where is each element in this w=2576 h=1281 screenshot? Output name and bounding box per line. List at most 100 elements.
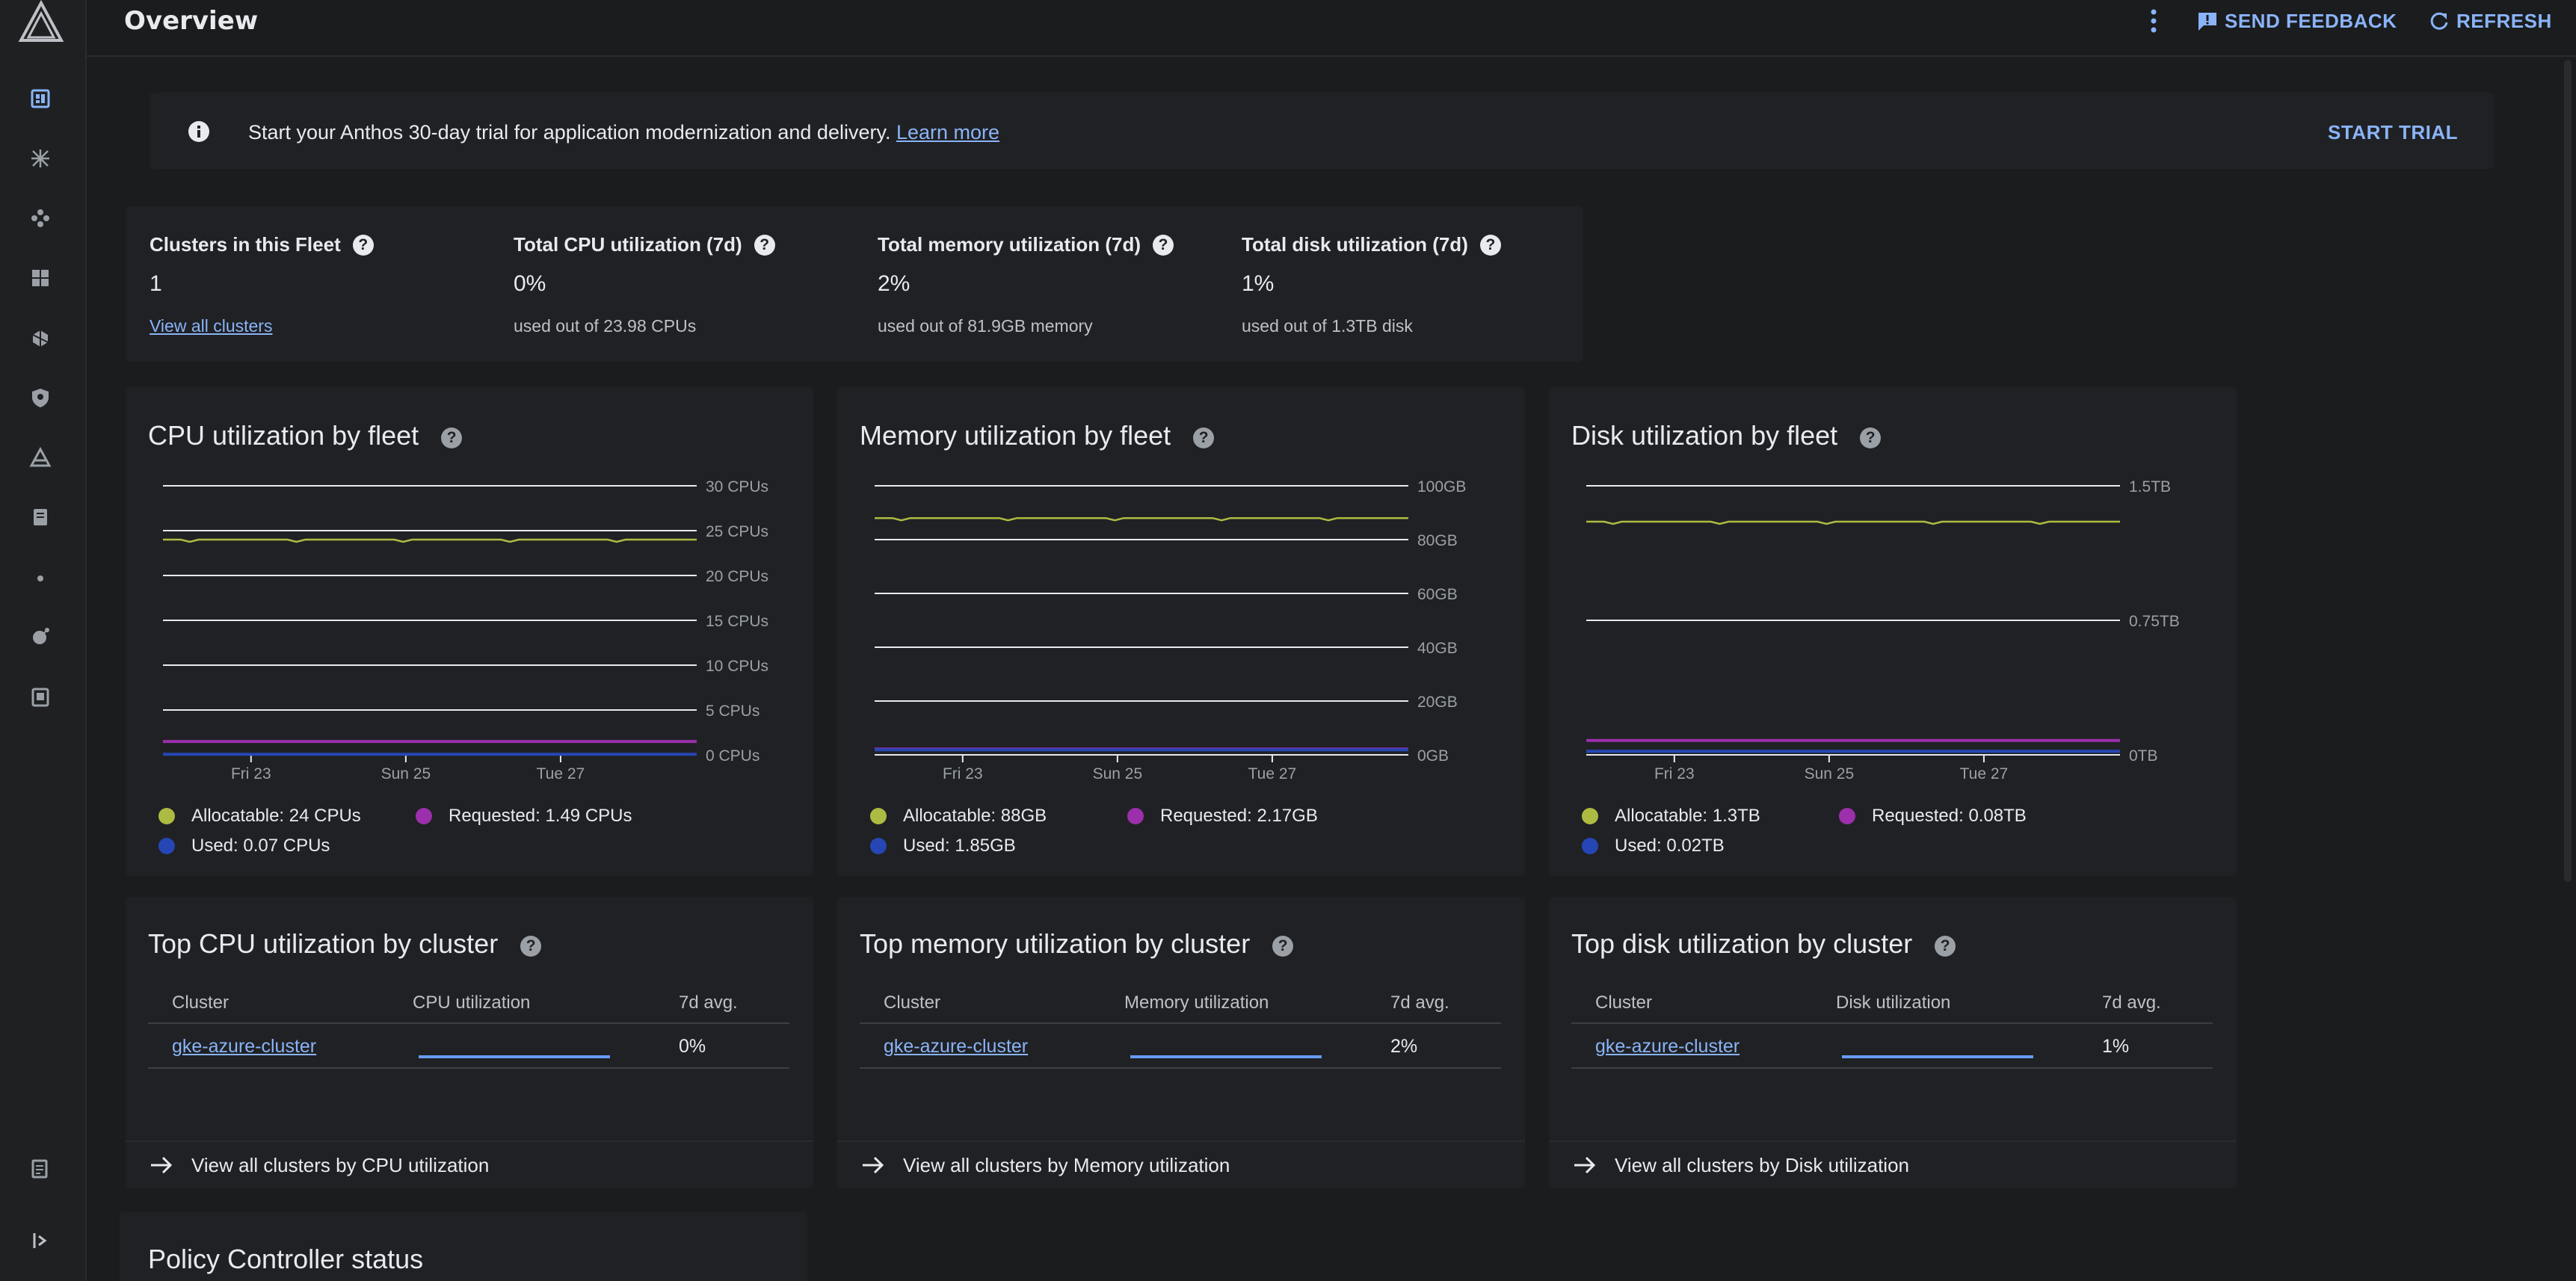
legend-requested: Requested: 1.49 CPUs [416, 806, 632, 827]
table-row: gke-azure-cluster 1% [1571, 1024, 2213, 1069]
help-icon[interactable]: ? [1935, 936, 1956, 957]
top-memory-card: Top memory utilization by cluster? Clust… [837, 897, 1525, 1188]
y-tick-label: 1.5TB [2129, 478, 2171, 496]
config-icon[interactable] [24, 321, 57, 354]
cluster-link[interactable]: gke-azure-cluster [1595, 1036, 1740, 1058]
backup-icon[interactable] [24, 680, 57, 713]
clusters-icon[interactable] [24, 142, 57, 175]
y-tick-label: 80GB [1417, 532, 1458, 549]
app-root: Overview SEND FEEDBACK REFRESH Start you… [0, 0, 2576, 1281]
legend-label: Used: [1615, 836, 1662, 856]
view-all-cpu-link[interactable]: View all clusters by CPU utilization [126, 1140, 813, 1188]
expand-rail-icon[interactable] [24, 1224, 57, 1257]
y-tick-label: 10 CPUs [706, 658, 768, 675]
legend-value: 1.49 CPUs [545, 806, 632, 826]
anthos-icon[interactable] [24, 441, 57, 474]
page-title: Overview [124, 6, 259, 36]
footer-text: View all clusters by Memory utilization [903, 1153, 1230, 1176]
memory-label: Total memory utilization (7d) [878, 233, 1141, 256]
start-trial-button[interactable]: START TRIAL [2328, 121, 2458, 144]
top-cpu-table: Cluster CPU utilization 7d avg. gke-azur… [148, 981, 789, 1069]
help-icon[interactable]: ? [352, 234, 374, 256]
utilization-bar [419, 1055, 610, 1058]
help-icon[interactable]: ? [1152, 234, 1174, 256]
disk-sub: used out of 1.3TB disk [1242, 316, 1413, 336]
x-tick-label: Sun 25 [1093, 765, 1143, 783]
legend-value: 0.07 CPUs [243, 836, 330, 856]
column-header: Disk utilization [1836, 993, 1951, 1013]
disk-chart-card: Disk utilization by fleet? 0TB 0.75TB 1.5T… [1549, 387, 2237, 876]
y-tick-label: 60GB [1417, 586, 1458, 603]
y-tick-label: 5 CPUs [706, 703, 759, 720]
y-tick-label: 0GB [1417, 747, 1449, 765]
column-header: 7d avg. [679, 993, 738, 1013]
y-tick-label: 20GB [1417, 694, 1458, 711]
send-feedback-button[interactable]: SEND FEEDBACK [2196, 7, 2397, 34]
y-tick-label: 0TB [2129, 747, 2158, 765]
arrow-right-icon [1574, 1156, 1596, 1174]
y-tick-label: 0 CPUs [706, 747, 759, 765]
memory-chart-card: Memory utilization by fleet? 0GB 20GB 40GB… [837, 387, 1525, 876]
top-cpu-card: Top CPU utilization by cluster? Cluster … [126, 897, 813, 1188]
column-header: 7d avg. [1390, 993, 1449, 1013]
disk-value: 1% [1242, 271, 1275, 296]
x-tick-label: Sun 25 [1805, 765, 1855, 783]
arrow-right-icon [863, 1156, 884, 1174]
help-icon[interactable]: ? [520, 936, 542, 957]
dot-icon[interactable] [24, 562, 57, 595]
x-tick-label: Fri 23 [943, 765, 983, 783]
table-title: Top disk utilization by cluster [1571, 928, 1913, 959]
clusters-label: Clusters in this Fleet [150, 233, 341, 256]
trial-banner: Start your Anthos 30-day trial for appli… [150, 93, 2494, 169]
cpu-sub: used out of 23.98 CPUs [514, 316, 697, 336]
view-all-memory-link[interactable]: View all clusters by Memory utilization [837, 1140, 1525, 1188]
release-notes-icon[interactable] [24, 1152, 57, 1185]
cpu-summary: Total CPU utilization (7d)? 0% used out … [514, 233, 865, 336]
refresh-button[interactable]: REFRESH [2428, 7, 2552, 34]
y-tick-label: 0.75TB [2129, 613, 2180, 630]
learn-more-link[interactable]: Learn more [896, 121, 999, 143]
utilization-bar [1130, 1055, 1322, 1058]
footer-text: View all clusters by Disk utilization [1615, 1153, 1909, 1176]
legend-label: Used: [191, 836, 238, 856]
scrollbar[interactable] [2564, 60, 2572, 882]
anthos-logo-icon[interactable] [15, 0, 67, 43]
more-options-icon[interactable] [2144, 6, 2163, 36]
column-header: 7d avg. [2102, 993, 2161, 1013]
series-allocatable-line [875, 516, 1408, 522]
disk-label: Total disk utilization (7d) [1242, 233, 1468, 256]
y-tick-label: 15 CPUs [706, 613, 768, 630]
features-icon[interactable] [24, 501, 57, 534]
workloads-icon[interactable] [24, 202, 57, 235]
footer-text: View all clusters by CPU utilization [191, 1153, 490, 1176]
help-icon[interactable]: ? [1479, 234, 1501, 256]
legend-value: 2.17GB [1257, 806, 1318, 826]
table-header: Cluster CPU utilization 7d avg. [148, 981, 789, 1024]
apps-icon[interactable] [24, 262, 57, 294]
utilization-bar [1842, 1055, 2033, 1058]
dashboard-icon[interactable] [24, 82, 57, 115]
legend-allocatable: Allocatable: 1.3TB [1582, 806, 1760, 827]
security-icon[interactable] [24, 381, 57, 414]
help-icon[interactable]: ? [1272, 936, 1294, 957]
help-icon[interactable]: ? [754, 234, 775, 256]
top-disk-card: Top disk utilization by cluster? Cluster… [1549, 897, 2237, 1188]
legend-label: Requested: [1160, 806, 1252, 826]
avg-value: 1% [2102, 1036, 2130, 1057]
legend-used: Used: 1.85GB [870, 836, 1016, 856]
view-all-clusters-link[interactable]: View all clusters [150, 316, 272, 336]
x-tick-label: Tue 27 [1960, 765, 2009, 783]
y-tick-label: 25 CPUs [706, 523, 768, 540]
info-icon [187, 120, 211, 143]
view-all-disk-link[interactable]: View all clusters by Disk utilization [1549, 1140, 2237, 1188]
policy-title: Policy Controller status [148, 1244, 424, 1274]
memory-utilization-chart: 0GB 20GB 40GB 60GB 80GB 100GB Fri 23 Sun 25 Tue … [875, 478, 1466, 783]
cluster-link[interactable]: gke-azure-cluster [884, 1036, 1028, 1058]
service-mesh-icon[interactable] [24, 620, 57, 653]
fleet-summary-card: Clusters in this Fleet? 1 View all clust… [126, 206, 1583, 362]
x-tick-label: Tue 27 [1248, 765, 1297, 783]
cluster-link[interactable]: gke-azure-cluster [172, 1036, 316, 1058]
avg-value: 0% [679, 1036, 706, 1057]
legend-value: 24 CPUs [289, 806, 361, 826]
legend-value: 88GB [1000, 806, 1047, 826]
